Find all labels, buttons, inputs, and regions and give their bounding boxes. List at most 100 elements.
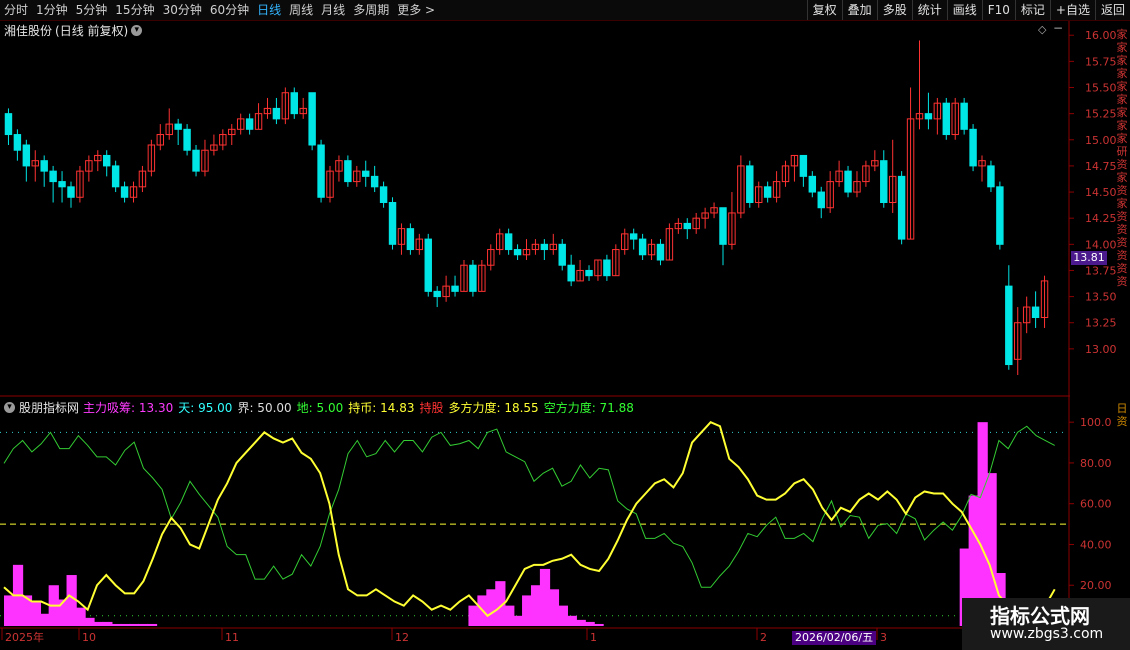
candle-body [174, 123, 182, 130]
period-tab[interactable]: 更多 > [393, 0, 439, 20]
period-tab[interactable]: 15分钟 [111, 0, 158, 20]
indicator-title: ▾ 股朋指标网 主力吸筹: 13.30 天: 95.00 界: 50.00 地: 5.… [4, 399, 639, 416]
candle-body [183, 128, 191, 151]
price-tick-label: 15.50 [1085, 82, 1117, 95]
current-price-tag: 13.81 [1071, 251, 1107, 265]
period-tab[interactable]: 多周期 [349, 0, 393, 20]
candle-body [540, 243, 549, 251]
candle-body [504, 233, 513, 251]
diamond-icon[interactable]: ◇ [1038, 23, 1046, 36]
accumulation-bar [4, 595, 15, 626]
indicator-value: 多方力度: 18.55 [448, 401, 539, 415]
action-button[interactable]: 返回 [1094, 0, 1130, 20]
period-tab[interactable]: 日线 [253, 0, 285, 20]
accumulation-bar [111, 623, 122, 626]
candle-body [656, 243, 665, 261]
accumulation-bar [566, 615, 577, 626]
candle-body [969, 128, 977, 167]
candle-body [192, 149, 200, 172]
right-side-text-bottom: 日资 [1116, 402, 1128, 428]
accumulation-bar [557, 605, 568, 626]
period-tab[interactable]: 5分钟 [72, 0, 112, 20]
toolbar: 分时 1分钟 5分钟 15分钟 30分钟 60分钟 日线 周线 月线 多周期 更多 > 复权 叠加 多股… [0, 0, 1130, 21]
time-tick-label: 11 [225, 631, 239, 644]
accumulation-bar [84, 617, 95, 626]
indicator-value: 持币: 14.83 [348, 401, 415, 415]
period-tab[interactable]: 30分钟 [159, 0, 206, 20]
minimize-icon[interactable]: − [1053, 21, 1063, 35]
stock-mode: (日线 前复权) [55, 24, 129, 38]
ind-tick-label: 60.00 [1080, 498, 1112, 511]
action-button[interactable]: 画线 [946, 0, 982, 20]
candle-body [272, 107, 281, 120]
price-tick-label: 14.00 [1085, 238, 1117, 251]
candle-body [22, 144, 31, 167]
candle-body [799, 154, 808, 177]
price-tick-label: 13.25 [1085, 317, 1117, 330]
candle-body [245, 118, 254, 130]
action-button[interactable]: 叠加 [841, 0, 877, 20]
candle-body [362, 170, 370, 177]
candle-body [629, 233, 638, 240]
action-button[interactable]: 多股 [876, 0, 912, 20]
candle-body [317, 144, 325, 198]
indicator-value: 主力吸筹: 13.30 [83, 401, 174, 415]
price-tick-label: 13.75 [1085, 264, 1117, 277]
period-tab[interactable]: 分时 [0, 0, 32, 20]
accumulation-bar [593, 623, 604, 626]
chevron-down-icon[interactable]: ▾ [4, 402, 15, 413]
action-button[interactable]: +自选 [1049, 0, 1095, 20]
ind-tick-label: 100.0 [1080, 416, 1112, 429]
candle-body [719, 207, 727, 245]
accumulation-bar [977, 422, 988, 626]
accumulation-bar [39, 613, 50, 626]
ind-tick-label: 80.00 [1080, 457, 1112, 470]
candle-body [13, 134, 22, 151]
ind-tick-label: 20.00 [1080, 579, 1112, 592]
action-button[interactable]: 标记 [1014, 0, 1050, 20]
candle-body [996, 186, 1004, 245]
candle-body [102, 154, 111, 167]
candle-body [111, 165, 120, 188]
accumulation-bar [513, 615, 524, 626]
candle-body [120, 186, 129, 198]
time-tick-label: 2025年 [5, 630, 44, 644]
candle-body [469, 264, 477, 292]
accumulation-bar [584, 621, 595, 626]
accumulation-bar [30, 601, 42, 626]
candle-body [406, 228, 415, 251]
period-tabs: 分时 1分钟 5分钟 15分钟 30分钟 60分钟 日线 周线 月线 多周期 更多 > [0, 0, 439, 20]
candle-body [558, 243, 566, 266]
indicator-value: 空方力度: 71.88 [543, 401, 634, 415]
price-tick-label: 16.00 [1085, 29, 1117, 42]
price-tick-label: 14.25 [1085, 212, 1117, 225]
accumulation-bar [530, 585, 542, 626]
chevron-down-icon[interactable]: ▾ [131, 25, 143, 36]
price-tick-label: 14.50 [1085, 186, 1117, 199]
candle-body [1005, 285, 1013, 366]
indicator-value: 持股 [419, 401, 444, 415]
candle-body [763, 186, 772, 198]
candle-body [942, 102, 951, 136]
accumulation-bar [137, 623, 149, 626]
period-tab[interactable]: 60分钟 [206, 0, 253, 20]
candle-body [4, 113, 13, 136]
period-tab[interactable]: 1分钟 [32, 0, 72, 20]
accumulation-bar [129, 623, 140, 626]
action-button[interactable]: 统计 [911, 0, 947, 20]
period-tab[interactable]: 周线 [285, 0, 317, 20]
time-tick-label: 12 [395, 631, 409, 644]
action-button[interactable]: 复权 [806, 0, 842, 20]
candle-body [49, 170, 57, 183]
candle-body [585, 269, 593, 277]
accumulation-bar [468, 605, 479, 626]
candle-body [817, 191, 825, 209]
price-tick-label: 15.25 [1085, 108, 1117, 121]
time-tick-label: 10 [82, 631, 96, 644]
candle-body [308, 92, 316, 146]
candle-body [960, 102, 968, 130]
period-tab[interactable]: 月线 [317, 0, 349, 20]
action-buttons: 复权 叠加 多股 统计 画线 F10 标记 +自选 返回 [806, 0, 1130, 20]
price-tick-label: 15.75 [1085, 55, 1117, 68]
action-button[interactable]: F10 [981, 0, 1015, 20]
